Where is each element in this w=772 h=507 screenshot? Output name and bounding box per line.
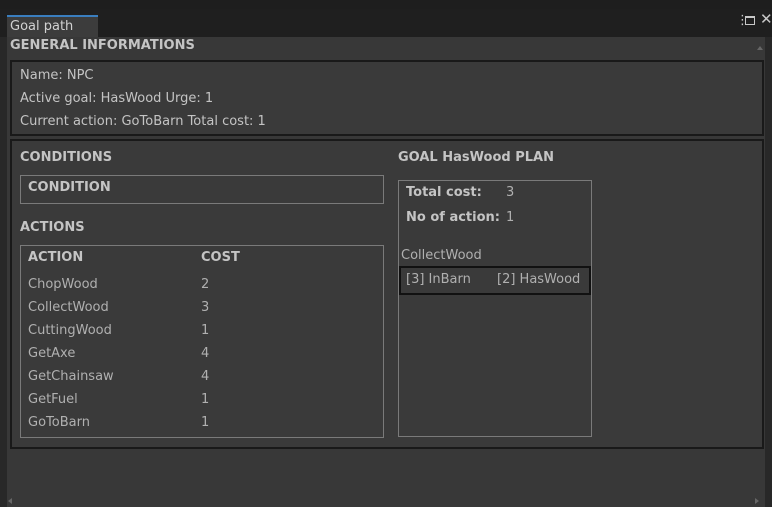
conditions-list: CONDITION — [20, 175, 384, 204]
details-box: CONDITIONS CONDITION ACTIONS ACTION COST… — [10, 139, 764, 449]
action-row-name[interactable]: CuttingWood — [28, 323, 112, 338]
scroll-up-arrow-icon[interactable] — [757, 46, 763, 50]
conditions-heading: CONDITIONS — [20, 150, 113, 165]
scroll-left-arrow-icon[interactable] — [8, 498, 12, 504]
kebab-menu-icon[interactable]: ⋮ — [736, 13, 749, 28]
action-row-cost: 1 — [201, 415, 210, 430]
num-actions-label: No of action: — [406, 210, 500, 225]
tab-bar: Goal path — [0, 9, 772, 37]
action-row-cost: 1 — [201, 323, 210, 338]
close-icon[interactable]: ✕ — [760, 10, 772, 28]
cost-column-header: COST — [201, 250, 240, 265]
maximize-icon[interactable] — [745, 16, 755, 25]
plan-step-precondition: [3] InBarn — [406, 272, 471, 287]
scroll-right-arrow-icon[interactable] — [755, 498, 759, 504]
total-cost-value: 3 — [506, 185, 515, 200]
actions-heading: ACTIONS — [20, 220, 85, 235]
total-cost-label: Total cost: — [406, 185, 482, 200]
action-row-name[interactable]: GetChainsaw — [28, 369, 114, 384]
window-top-strip — [0, 0, 772, 9]
action-row-name[interactable]: CollectWood — [28, 300, 109, 315]
action-row-cost: 2 — [201, 277, 210, 292]
general-informations-heading: GENERAL INFORMATIONS — [10, 38, 195, 53]
action-row-name[interactable]: GetFuel — [28, 392, 78, 407]
action-row-cost: 4 — [201, 346, 210, 361]
action-row-cost: 3 — [201, 300, 210, 315]
action-column-header: ACTION — [28, 250, 84, 265]
action-row-name[interactable]: ChopWood — [28, 277, 98, 292]
plan-step-effect: [2] HasWood — [497, 272, 581, 287]
action-row-name[interactable]: GetAxe — [28, 346, 75, 361]
action-row-cost: 4 — [201, 369, 210, 384]
npc-name-text: Name: NPC — [20, 68, 94, 83]
plan-panel: Total cost: 3 No of action: 1 CollectWoo… — [398, 180, 592, 437]
plan-step-box[interactable]: [3] InBarn [2] HasWood — [399, 266, 591, 295]
general-info-box: Name: NPC Active goal: HasWood Urge: 1 C… — [10, 60, 764, 136]
goal-plan-heading: GOAL HasWood PLAN — [398, 150, 554, 165]
action-row-cost: 1 — [201, 392, 210, 407]
actions-list: ACTION COST ChopWood 2 CollectWood 3 Cut… — [20, 245, 384, 438]
tab-goal-path[interactable]: Goal path — [7, 15, 98, 37]
current-action-text: Current action: GoToBarn Total cost: 1 — [20, 114, 266, 129]
empty-bottom-area — [7, 452, 765, 507]
plan-step-name: CollectWood — [401, 248, 482, 263]
condition-column-header: CONDITION — [28, 180, 111, 195]
action-row-name[interactable]: GoToBarn — [28, 415, 90, 430]
num-actions-value: 1 — [506, 210, 515, 225]
active-goal-text: Active goal: HasWood Urge: 1 — [20, 91, 214, 106]
